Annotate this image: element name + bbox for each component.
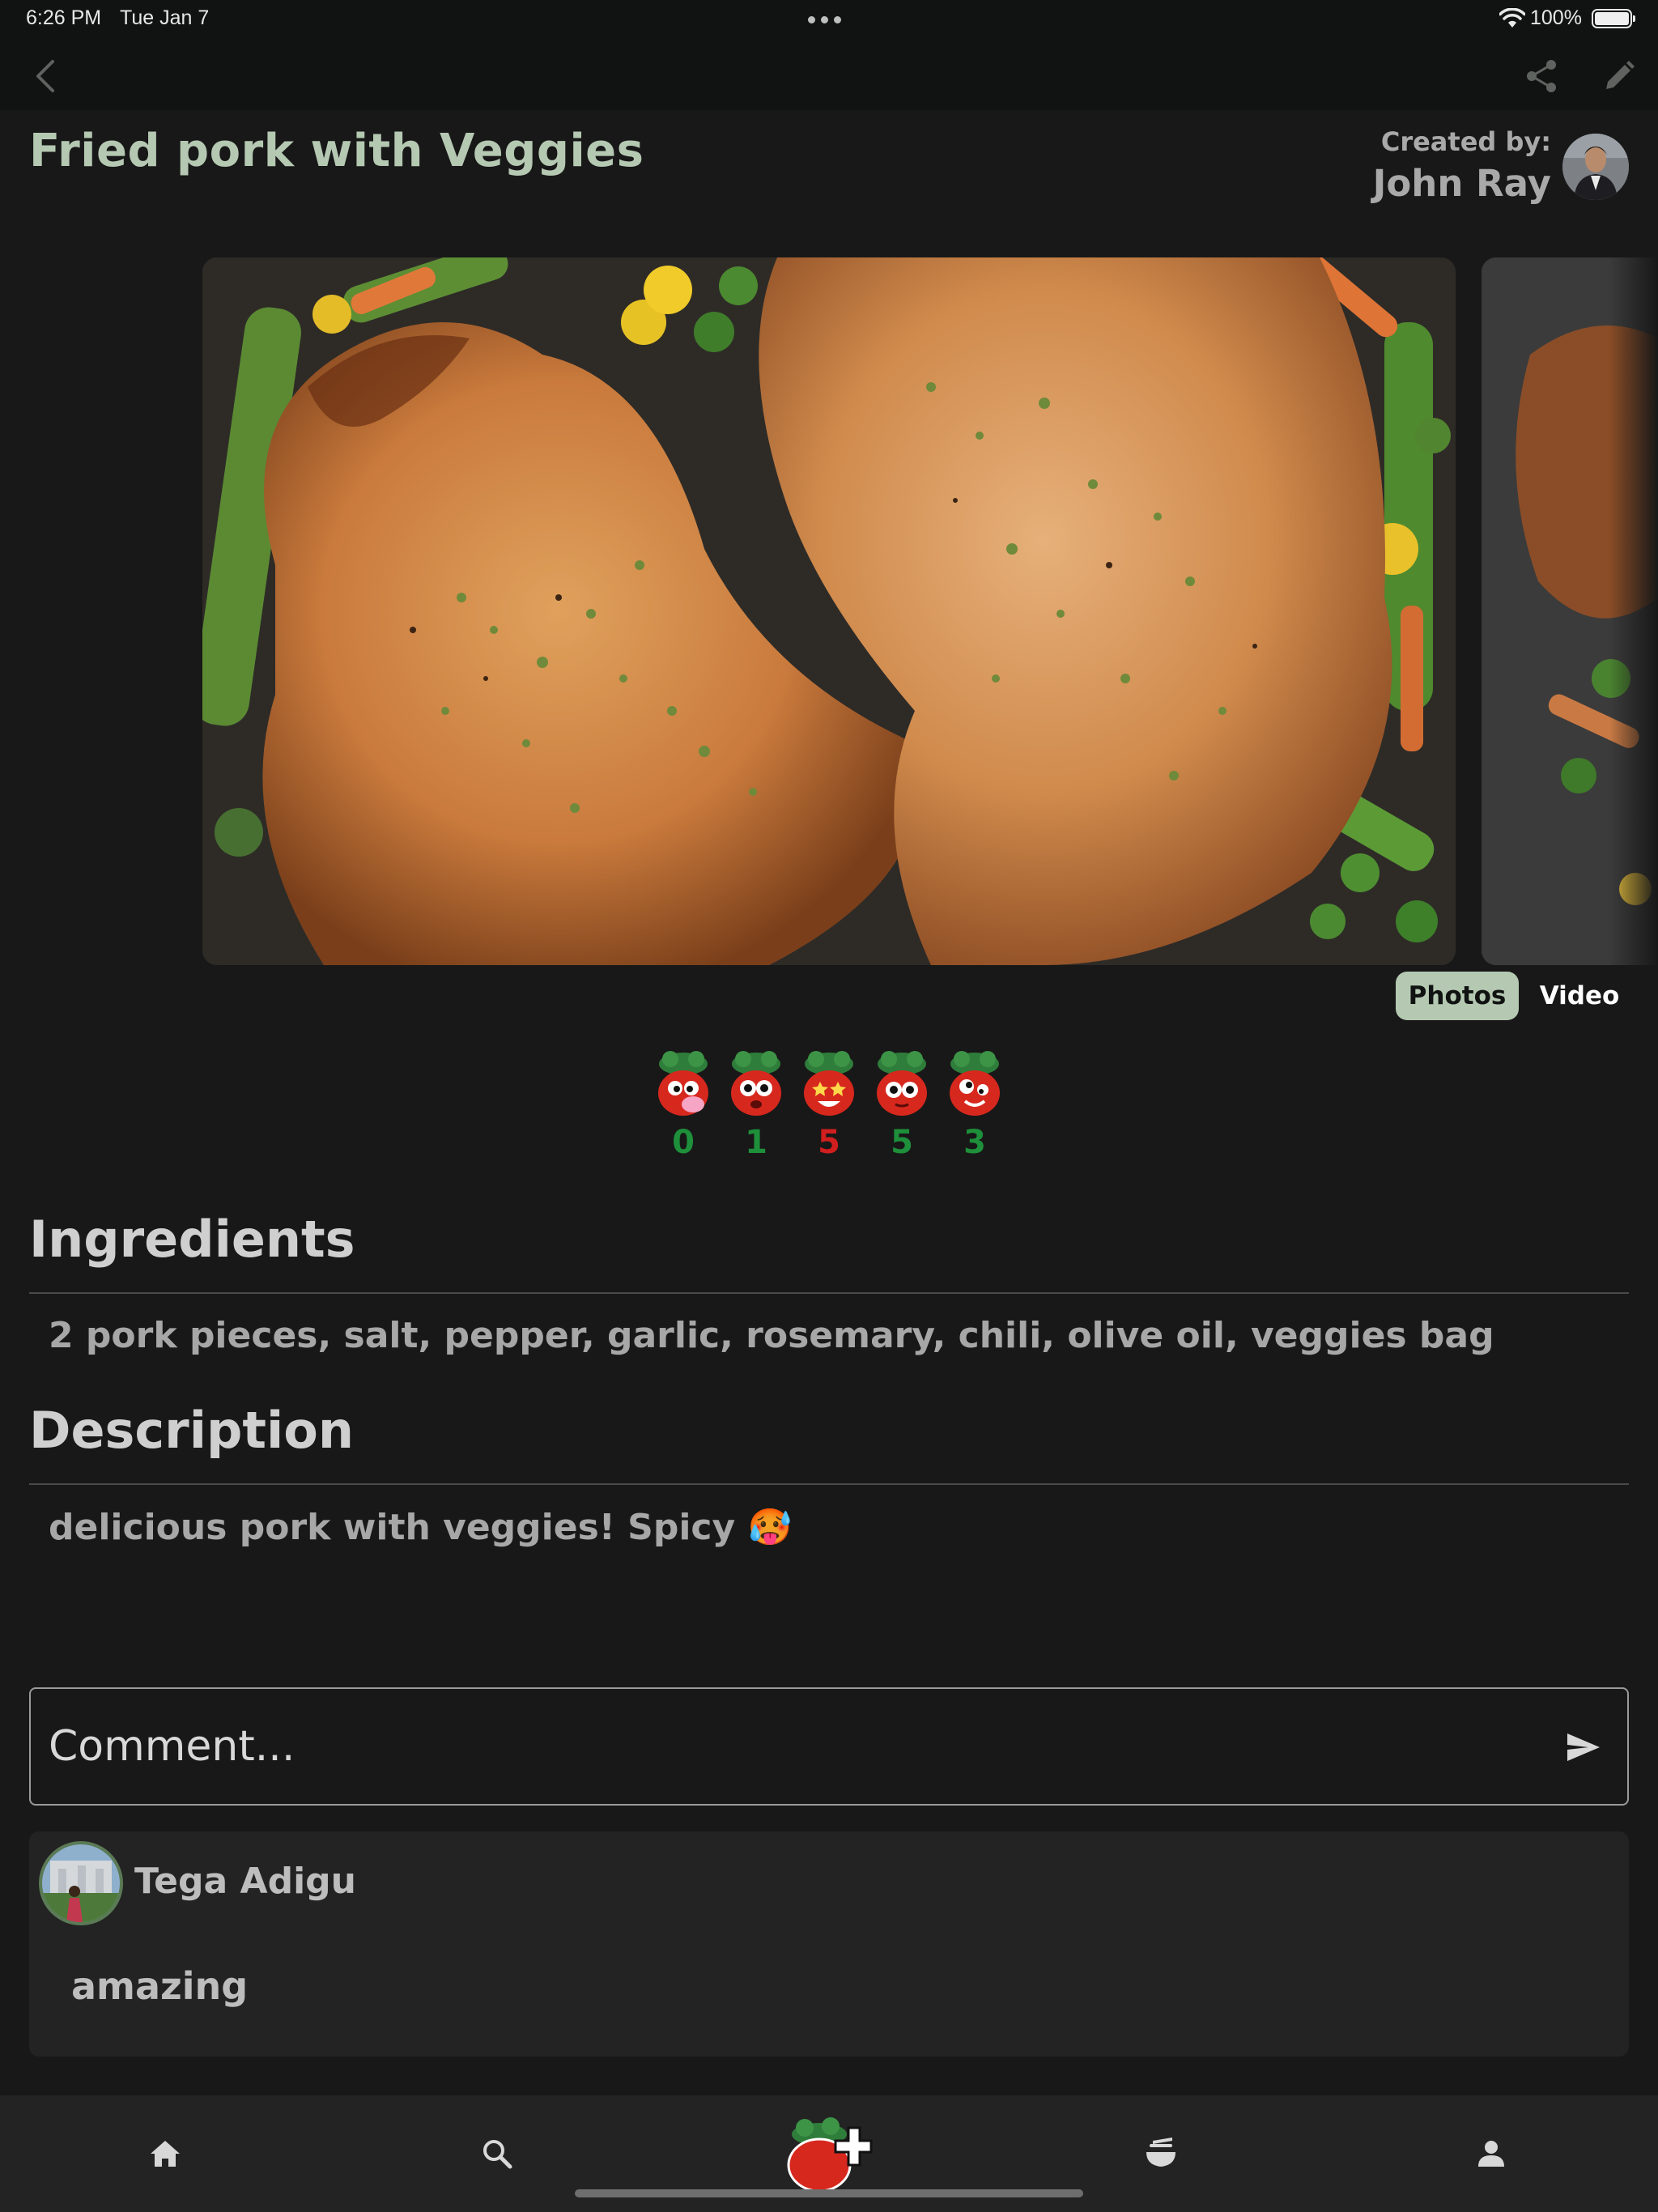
- reaction-bar: 0 1 5 5 3: [654, 1049, 1004, 1161]
- comment-input[interactable]: [49, 1689, 1506, 1804]
- tomato-wide-eyes-icon: [877, 1051, 927, 1116]
- status-date: Tue Jan 7: [120, 6, 210, 29]
- recipes-icon: [1146, 2138, 1175, 2167]
- reaction-count: 1: [745, 1124, 767, 1161]
- share-button[interactable]: [1519, 53, 1564, 99]
- wifi-icon: [1499, 7, 1526, 35]
- status-bar: 6:26 PM Tue Jan 7 100%: [0, 0, 1658, 39]
- description-heading: Description: [29, 1401, 355, 1460]
- reaction-count: 0: [672, 1124, 695, 1161]
- video-toggle[interactable]: Video: [1527, 972, 1632, 1020]
- back-button[interactable]: [23, 53, 68, 99]
- tab-search[interactable]: [440, 2095, 554, 2212]
- send-comment-button[interactable]: [1561, 1725, 1606, 1770]
- recipe-photo-next[interactable]: [1482, 257, 1658, 965]
- reaction-surprised[interactable]: 1: [727, 1049, 785, 1161]
- status-time: 6:26 PM: [26, 6, 102, 29]
- ingredients-heading: Ingredients: [29, 1210, 355, 1269]
- tomato-surprised-icon: [731, 1051, 781, 1116]
- home-indicator[interactable]: [575, 2189, 1083, 2197]
- comment-box: [29, 1687, 1629, 1806]
- comment-text: amazing: [71, 1964, 249, 2008]
- ingredients-text: 2 pork pieces, salt, pepper, garlic, ros…: [49, 1315, 1494, 1356]
- description-text: delicious pork with veggies! Spicy 🥵: [49, 1507, 793, 1548]
- recipe-title: Fried pork with Veggies: [29, 125, 644, 177]
- author-avatar[interactable]: [1562, 134, 1629, 200]
- search-icon: [483, 2140, 512, 2169]
- ingredients-divider: [29, 1292, 1629, 1294]
- reaction-count: 5: [891, 1124, 913, 1161]
- recipe-photo[interactable]: [202, 257, 1456, 965]
- reaction-goofy[interactable]: 3: [946, 1049, 1004, 1161]
- description-divider: [29, 1483, 1629, 1485]
- tomato-star-eyes-icon: [804, 1051, 854, 1116]
- share-icon: [1527, 60, 1556, 92]
- home-icon: [151, 2141, 180, 2167]
- tab-home[interactable]: [108, 2095, 222, 2212]
- tomato-cheeky-icon: [658, 1051, 708, 1116]
- multitasking-dots-icon[interactable]: [808, 16, 841, 23]
- photos-toggle[interactable]: Photos: [1396, 972, 1519, 1020]
- tab-profile[interactable]: [1435, 2095, 1548, 2212]
- edit-button[interactable]: [1596, 53, 1642, 99]
- navigation-bar: [0, 39, 1658, 110]
- profile-icon: [1478, 2141, 1504, 2167]
- tab-recipes[interactable]: [1104, 2095, 1218, 2212]
- battery-percent: 100%: [1530, 6, 1582, 29]
- battery-icon: [1592, 9, 1635, 28]
- reaction-wide-eyes[interactable]: 5: [873, 1049, 931, 1161]
- tomato-goofy-icon: [950, 1051, 1000, 1116]
- commenter-avatar[interactable]: [39, 1841, 123, 1925]
- reaction-cheeky[interactable]: 0: [654, 1049, 712, 1161]
- photo-gallery[interactable]: [0, 256, 1658, 967]
- reaction-count: 5: [818, 1124, 840, 1161]
- chevron-left-icon: [36, 60, 54, 92]
- send-icon: [1567, 1733, 1600, 1761]
- add-recipe-icon: [787, 2117, 873, 2193]
- comment-card: Tega Adigu amazing: [29, 1831, 1629, 2057]
- commenter-name[interactable]: Tega Adigu: [134, 1861, 356, 1902]
- pencil-icon: [1606, 61, 1635, 89]
- reaction-count: 3: [963, 1124, 986, 1161]
- created-by-label: Created by:: [1380, 126, 1551, 157]
- reaction-star-eyes[interactable]: 5: [800, 1049, 858, 1161]
- author-name[interactable]: John Ray: [1373, 162, 1551, 205]
